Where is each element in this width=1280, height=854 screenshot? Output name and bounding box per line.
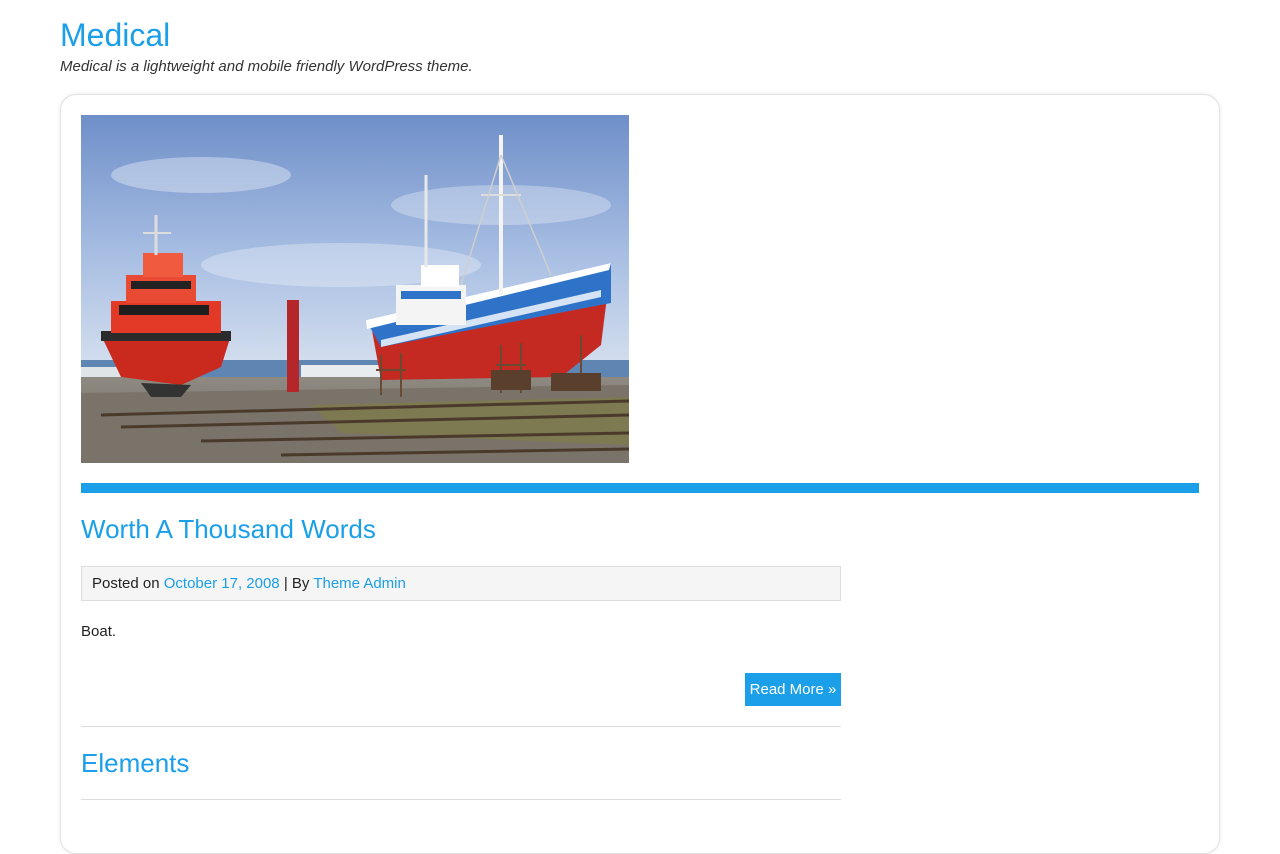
main-content: Worth A Thousand Words Posted on October… bbox=[60, 94, 1220, 854]
site-title-link[interactable]: Medical bbox=[60, 14, 170, 56]
post-author-link[interactable]: Theme Admin bbox=[313, 575, 406, 592]
post-excerpt: Boat. bbox=[81, 623, 117, 640]
posted-on-label: Posted on bbox=[92, 575, 160, 592]
post-date-link[interactable]: October 17, 2008 bbox=[164, 575, 280, 592]
site-header: Medical Medical is a lightweight and mob… bbox=[60, 14, 1220, 76]
read-more-button[interactable]: Read More » bbox=[745, 673, 841, 706]
post-title-link[interactable]: Elements bbox=[81, 747, 189, 779]
site-tagline: Medical is a lightweight and mobile frie… bbox=[60, 58, 473, 75]
boats-photo bbox=[81, 115, 629, 463]
author-separator: | By bbox=[283, 575, 310, 592]
post-title-link[interactable]: Worth A Thousand Words bbox=[81, 513, 376, 545]
featured-image[interactable] bbox=[81, 115, 629, 463]
post-divider bbox=[81, 726, 841, 727]
accent-divider-bar bbox=[81, 483, 1199, 493]
post-meta-bar: Posted on October 17, 2008 | By Theme Ad… bbox=[81, 566, 841, 601]
